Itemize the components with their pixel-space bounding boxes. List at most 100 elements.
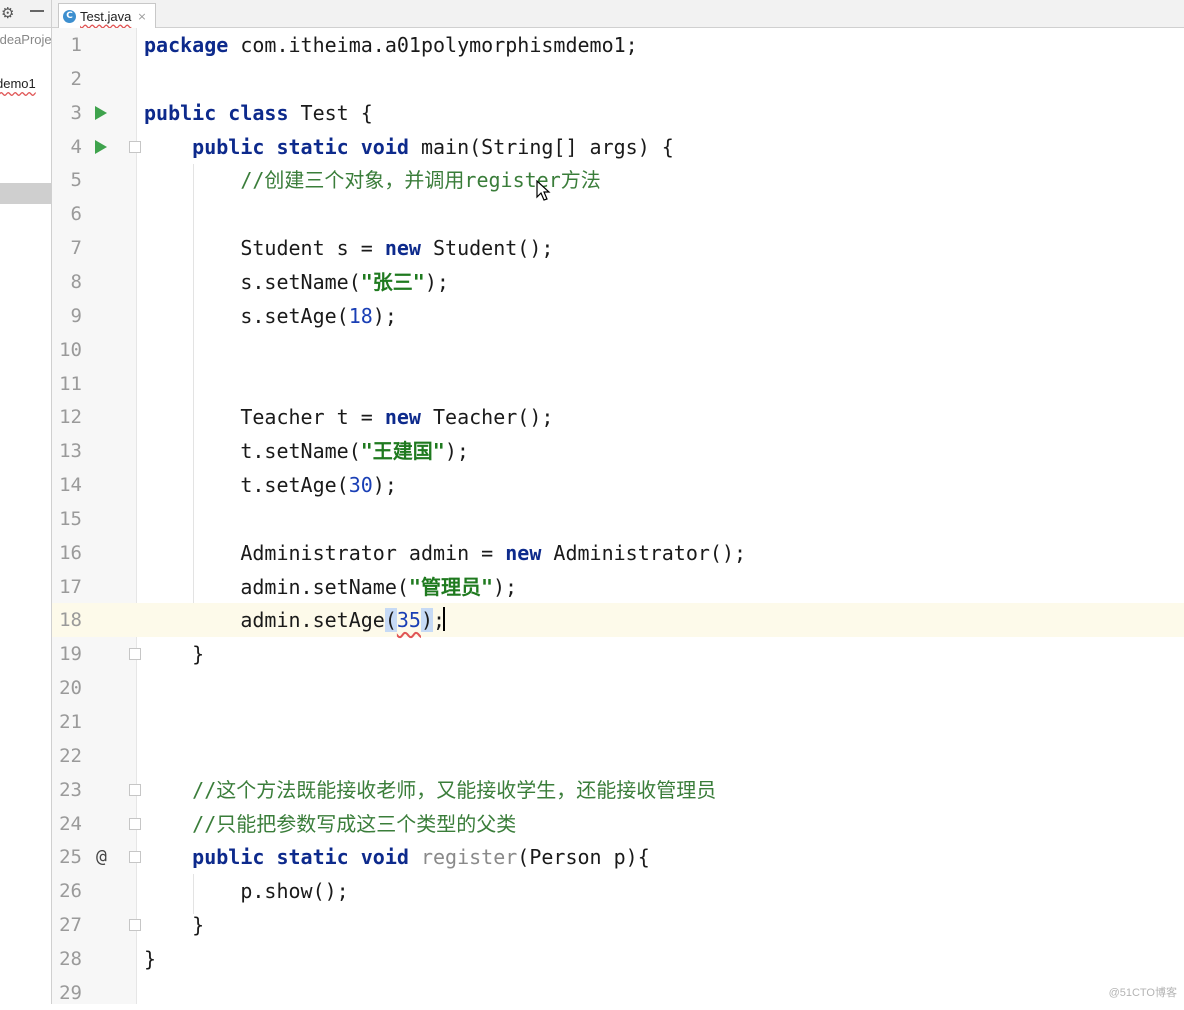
code-token: Administrator(); [541,540,747,565]
code-token: p.show(); [144,879,349,904]
code-token: Teacher(); [420,405,554,430]
code-text[interactable]: } [144,908,204,942]
code-line[interactable] [52,333,1184,367]
fold-icon[interactable] [129,140,141,153]
line-number: 11 [59,372,82,395]
code-line[interactable] [52,502,1184,536]
code-token: } [144,913,205,938]
code-token: ); [424,269,449,294]
code-token: s.setName( [144,269,361,294]
code-line[interactable] [52,908,1184,942]
code-token: admin.setAge [144,608,385,633]
code-line[interactable] [52,197,1184,231]
code-token: Administrator admin = [144,540,506,565]
fold-icon[interactable] [129,817,141,830]
code-line[interactable] [52,942,1184,976]
code-text[interactable]: p.show(); [144,874,349,908]
code-token: public static void [192,134,409,159]
code-token: new [384,236,421,261]
run-icon[interactable] [95,139,107,154]
fold-icon[interactable] [129,783,141,796]
code-token: 30 [348,473,373,498]
code-token: t.setAge( [144,473,349,498]
code-line[interactable] [52,705,1184,739]
fold-icon[interactable] [129,648,141,661]
code-line[interactable] [52,671,1184,705]
line-number: 5 [70,169,82,192]
editor-tab-bar: C Test.java × [52,0,1184,28]
code-token: public class [144,100,289,125]
tree-item-project[interactable]: IdeaProje [0,32,51,47]
code-text[interactable]: //这个方法既能接收老师，又能接收学生，还能接收管理员 [144,773,716,807]
code-text[interactable]: public class Test { [144,96,373,130]
code-text[interactable]: //只能把参数写成这三个类型的父类 [144,807,516,841]
fold-icon[interactable] [129,919,141,932]
code-token: "王建国" [360,439,445,464]
code-text[interactable]: package com.itheima.a01polymorphismdemo1… [144,28,638,62]
code-text[interactable]: t.setName("王建国"); [144,434,469,468]
fold-icon[interactable] [129,851,141,864]
line-number: 14 [59,474,82,497]
watermark: @51CTO博客 [1108,987,1177,999]
tab-label: Test.java [80,8,132,24]
tab-test-java[interactable]: C Test.java × [58,3,156,28]
minimize-icon[interactable] [30,10,44,12]
code-text[interactable]: } [144,637,204,671]
code-text[interactable]: s.setAge(18); [144,299,397,333]
code-line[interactable] [52,976,1184,1010]
code-line[interactable] [52,367,1184,401]
code-token: ); [493,574,518,599]
code-token: "张三" [360,269,425,294]
code-text[interactable]: Administrator admin = new Administrator(… [144,536,746,570]
code-token: Test { [288,100,373,125]
code-text[interactable]: s.setName("张三"); [144,265,449,299]
java-class-icon: C [63,9,76,23]
line-number: 6 [70,203,82,226]
line-number: 24 [59,812,82,835]
line-number: 3 [70,101,82,124]
code-line[interactable] [52,62,1184,96]
line-number: 19 [59,643,82,666]
project-panel: ⚙ IdeaProje demo1 [0,0,52,1004]
tree-item-module[interactable]: demo1 [0,76,36,91]
code-line[interactable] [52,637,1184,671]
code-token: s.setAge( [144,303,349,328]
code-token: t.setName( [144,439,361,464]
code-token: ) [420,608,434,633]
line-number: 4 [70,135,82,158]
code-text[interactable]: } [144,942,156,976]
code-token: } [144,946,157,971]
code-text[interactable]: t.setAge(30); [144,468,397,502]
code-token: Teacher t = [144,405,385,430]
line-number: 8 [70,270,82,293]
code-token: ( [384,608,397,633]
code-text[interactable]: Student s = new Student(); [144,231,553,265]
code-token: new [505,540,542,565]
code-text[interactable]: admin.setName("管理员"); [144,570,517,604]
code-token: new [384,405,421,430]
line-number: 7 [70,237,82,260]
tree-selected-row[interactable] [0,183,51,204]
line-number: 2 [70,67,82,90]
code-text[interactable]: public static void main(String[] args) { [144,130,674,164]
annotation-icon[interactable]: @ [96,840,107,874]
code-text[interactable]: //创建三个对象，并调用register方法 [144,163,600,197]
line-number: 9 [70,304,82,327]
code-line[interactable] [52,739,1184,773]
line-number: 28 [59,947,82,970]
close-icon[interactable]: × [137,10,146,23]
mouse-pointer-icon [536,180,551,201]
code-token: //这个方法既能接收老师，又能接收学生，还能接收管理员 [192,777,717,802]
code-text[interactable]: admin.setAge(35); [144,603,445,637]
panel-toolbar: ⚙ [0,0,51,28]
gear-icon[interactable]: ⚙ [1,4,14,22]
code-text[interactable]: public static void register(Person p){ [144,840,650,874]
run-icon[interactable] [95,105,107,120]
code-token: ); [444,439,469,464]
code-text[interactable]: Teacher t = new Teacher(); [144,400,553,434]
line-number: 17 [59,575,82,598]
